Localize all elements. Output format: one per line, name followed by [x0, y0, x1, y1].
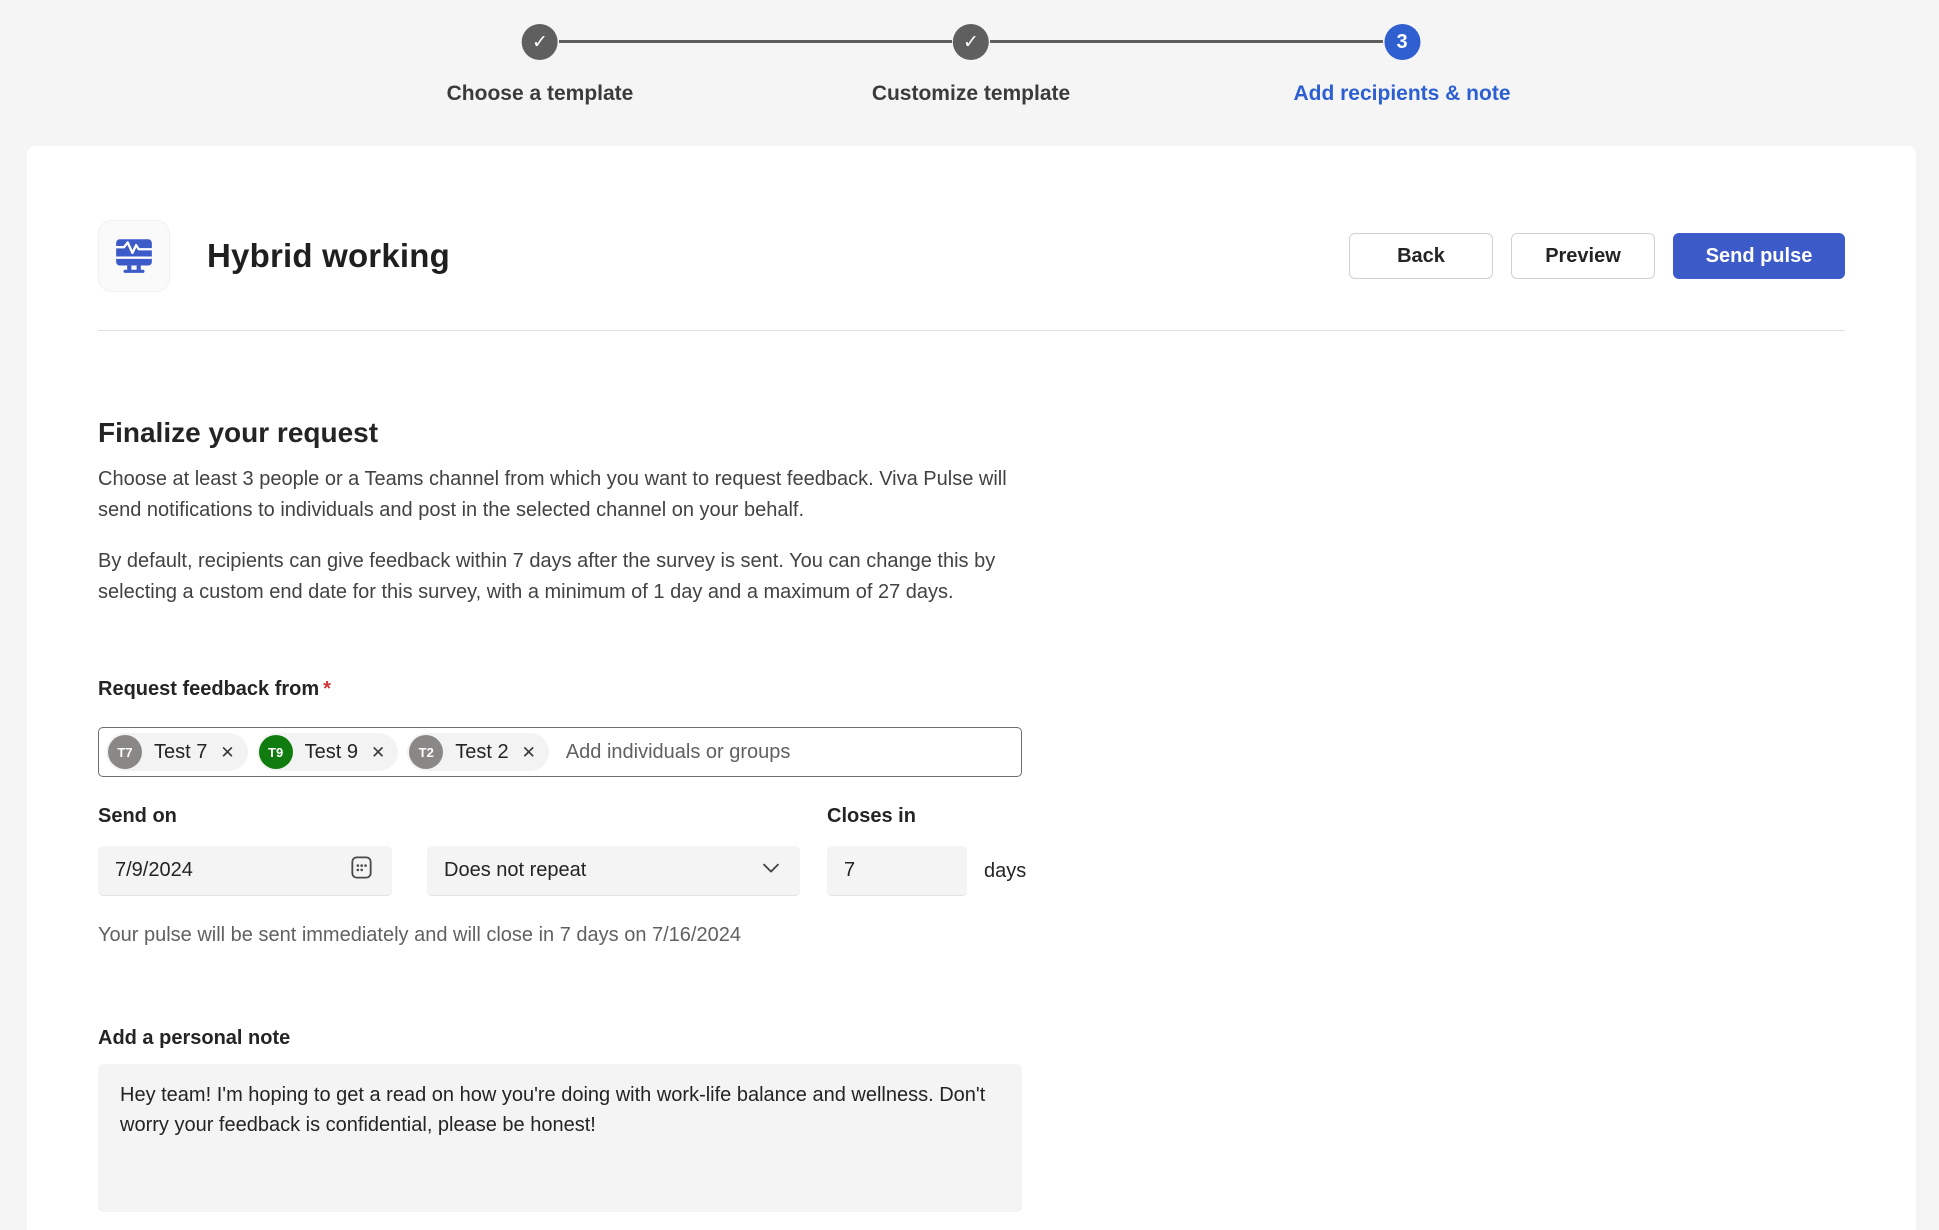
- request-feedback-from-label: Request feedback from*: [98, 678, 1845, 701]
- finalize-description-2: By default, recipients can give feedback…: [98, 546, 1038, 608]
- recipient-chip[interactable]: T9 Test 9 ✕: [257, 733, 399, 771]
- add-recipients-input[interactable]: [558, 728, 1014, 776]
- step-label: Customize template: [872, 82, 1070, 106]
- recipients-picker[interactable]: T7 Test 7 ✕ T9 Test 9 ✕ T2 Test 2 ✕: [98, 727, 1022, 777]
- avatar: T2: [409, 735, 443, 769]
- avatar: T7: [108, 735, 142, 769]
- repeat-dropdown[interactable]: Does not repeat: [427, 846, 800, 896]
- step-completed-check-icon[interactable]: ✓: [953, 24, 989, 60]
- template-icon-tile: [98, 220, 170, 292]
- avatar: T9: [259, 735, 293, 769]
- pulse-setup-card: Hybrid working Back Preview Send pulse F…: [27, 146, 1916, 1230]
- personal-note-textarea[interactable]: Hey team! I'm hoping to get a read on ho…: [98, 1064, 1022, 1212]
- recipient-name: Test 2: [455, 741, 508, 764]
- required-marker: *: [323, 678, 331, 700]
- send-on-label: Send on: [98, 805, 827, 828]
- schedule-labels-row: Send on Closes in: [98, 805, 1845, 828]
- step-completed-check-icon[interactable]: ✓: [522, 24, 558, 60]
- recipient-chip[interactable]: T2 Test 2 ✕: [407, 733, 549, 771]
- days-label: days: [984, 860, 1026, 883]
- pulse-monitor-icon: [113, 233, 155, 280]
- finalize-heading: Finalize your request: [98, 417, 1845, 449]
- recipient-chip[interactable]: T7 Test 7 ✕: [106, 733, 248, 771]
- personal-note-label: Add a personal note: [98, 1027, 1845, 1050]
- step-number-badge: 3: [1384, 24, 1420, 60]
- repeat-value: Does not repeat: [444, 859, 586, 882]
- chevron-down-icon: [759, 856, 783, 886]
- remove-recipient-icon[interactable]: ✕: [522, 744, 536, 761]
- send-pulse-button[interactable]: Send pulse: [1673, 233, 1845, 279]
- send-date-value: 7/9/2024: [115, 859, 193, 882]
- step-label: Choose a template: [447, 82, 634, 106]
- back-button[interactable]: Back: [1349, 233, 1493, 279]
- schedule-helper-text: Your pulse will be sent immediately and …: [98, 924, 1845, 947]
- card-header: Hybrid working Back Preview Send pulse: [98, 220, 1845, 292]
- step-customize-template[interactable]: ✓ Customize template: [872, 24, 1070, 106]
- remove-recipient-icon[interactable]: ✕: [371, 744, 385, 761]
- wizard-stepper: ✓ Choose a template ✓ Customize template…: [0, 0, 1939, 146]
- finalize-description-1: Choose at least 3 people or a Teams chan…: [98, 464, 1038, 526]
- preview-button[interactable]: Preview: [1511, 233, 1655, 279]
- recipient-name: Test 7: [154, 741, 207, 764]
- step-choose-template[interactable]: ✓ Choose a template: [447, 24, 634, 106]
- recipient-name: Test 9: [305, 741, 358, 764]
- calendar-icon[interactable]: [348, 854, 375, 887]
- closes-in-label: Closes in: [827, 805, 916, 828]
- header-divider: [98, 330, 1845, 331]
- step-add-recipients: 3 Add recipients & note: [1293, 24, 1510, 106]
- header-actions: Back Preview Send pulse: [1349, 233, 1845, 279]
- request-feedback-from-text: Request feedback from: [98, 678, 319, 700]
- closes-in-input[interactable]: 7: [827, 846, 967, 896]
- closes-in-value: 7: [844, 859, 855, 882]
- remove-recipient-icon[interactable]: ✕: [220, 744, 234, 761]
- step-label: Add recipients & note: [1293, 82, 1510, 106]
- page-title: Hybrid working: [207, 237, 450, 275]
- schedule-fields-row: 7/9/2024 Does not repeat: [98, 846, 1845, 896]
- send-date-picker[interactable]: 7/9/2024: [98, 846, 392, 896]
